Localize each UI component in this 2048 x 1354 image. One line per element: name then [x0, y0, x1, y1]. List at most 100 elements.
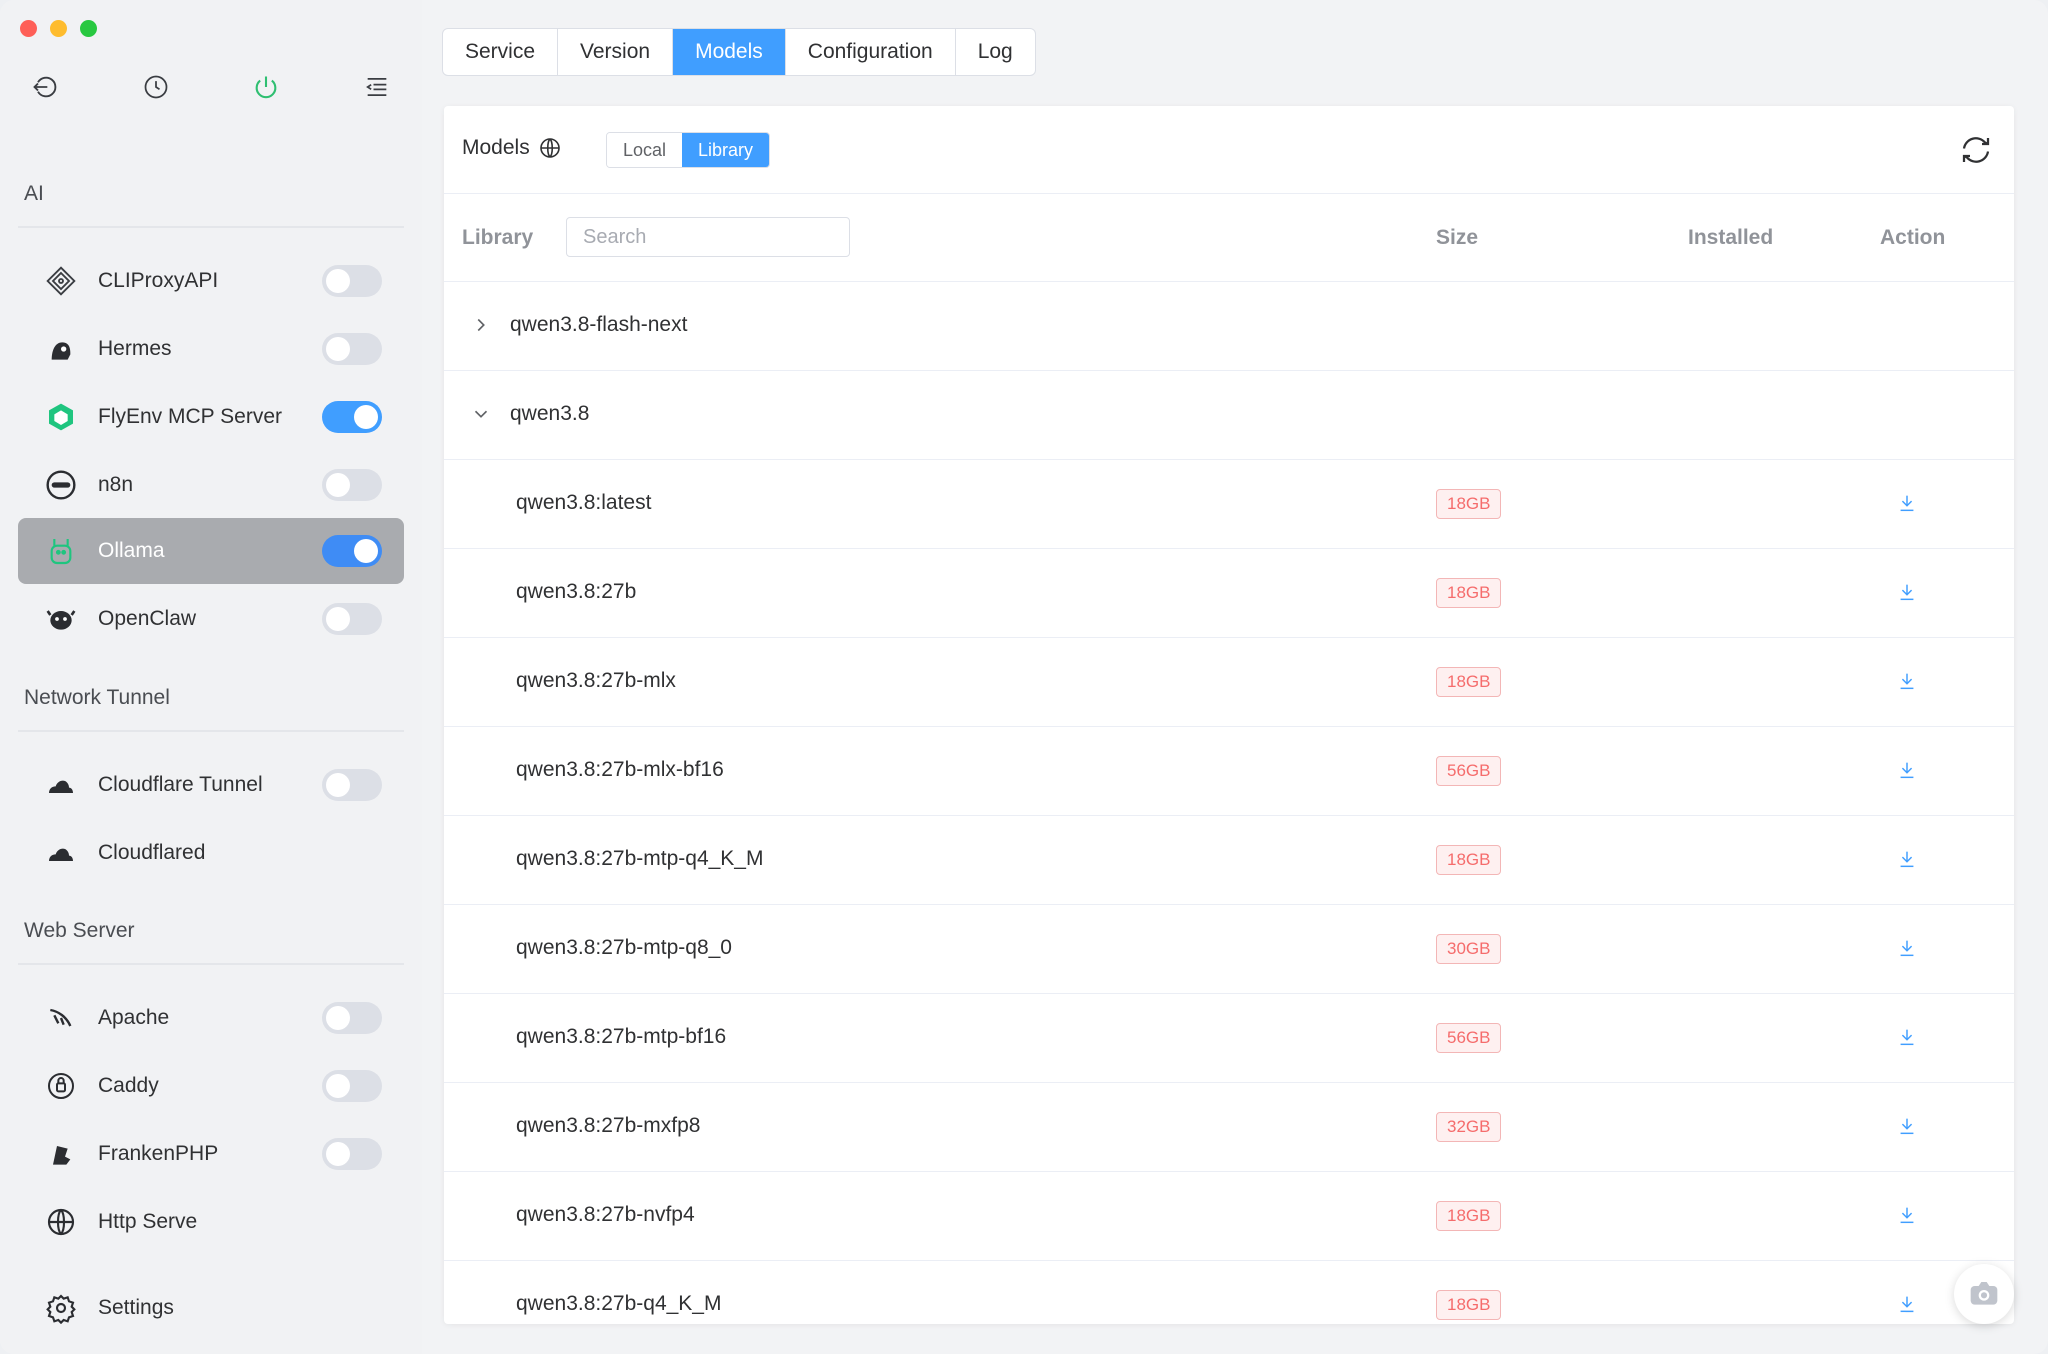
refresh-button[interactable]	[1958, 132, 1994, 168]
table-row: qwen3.8:27b-mlx-bf16 56GB	[444, 727, 2014, 816]
download-icon	[1900, 673, 1914, 690]
table-row: qwen3.8:27b-mxfp8 32GB	[444, 1083, 2014, 1172]
download-button[interactable]	[1896, 937, 1918, 959]
panel-title-text: Models	[462, 136, 530, 159]
tab-bar: Service Version Models Configuration Log	[442, 28, 1036, 76]
download-button[interactable]	[1896, 492, 1918, 514]
table-row: qwen3.8:latest 18GB	[444, 460, 2014, 549]
sidebar-item-hermes[interactable]: Hermes	[18, 316, 404, 382]
size-badge: 30GB	[1436, 934, 1502, 964]
sidebar-item-settings[interactable]: Settings	[18, 1275, 404, 1341]
column-header-action: Action	[1880, 226, 1946, 249]
tab-log[interactable]: Log	[956, 29, 1035, 75]
size-badge: 18GB	[1436, 1201, 1502, 1231]
model-name: qwen3.8:27b-q4_K_M	[516, 1292, 722, 1315]
tab-configuration[interactable]: Configuration	[786, 29, 956, 75]
column-header-size: Size	[1436, 226, 1479, 249]
sidebar-item-cliproxyapi[interactable]: CLIProxyAPI	[18, 248, 404, 314]
size-badge: 18GB	[1436, 489, 1502, 519]
sidebar-item-frankenphp[interactable]: FrankenPHP	[18, 1121, 404, 1187]
download-button[interactable]	[1896, 759, 1918, 781]
cloudflare-tunnel-toggle[interactable]	[322, 769, 382, 801]
size-badge: 56GB	[1436, 1023, 1502, 1053]
table-row: qwen3.8:27b 18GB	[444, 549, 2014, 638]
sidebar-item-label: Apache	[98, 1006, 170, 1029]
chevron-down-icon[interactable]	[470, 403, 492, 425]
panel-title: Models	[462, 136, 562, 160]
app-window: AI CLIProxyAPI Hermes FlyEnv MCP Server …	[0, 0, 2048, 1354]
sidebar-item-label: Caddy	[98, 1074, 159, 1097]
screenshot-button[interactable]	[1954, 1264, 2014, 1324]
group-row[interactable]: qwen3.8	[444, 371, 2014, 460]
model-list: qwen3.8:latest 18GB qwen3.8:27b 18GB qwen3.8…	[444, 460, 2014, 1324]
cloud-icon	[44, 836, 78, 870]
panel-header: Models Local Library	[444, 106, 2014, 194]
apache-toggle[interactable]	[322, 1002, 382, 1034]
sidebar-item-label: Http Serve	[98, 1210, 198, 1233]
globe-icon	[44, 1205, 78, 1239]
minimize-window-button[interactable]	[50, 20, 67, 37]
tab-service[interactable]: Service	[443, 29, 559, 75]
ollama-toggle[interactable]	[322, 535, 382, 567]
tab-models[interactable]: Models	[673, 29, 786, 75]
group-row[interactable]: qwen3.8-flash-next	[444, 282, 2014, 371]
model-name: qwen3.8:latest	[516, 491, 652, 514]
llama-icon	[44, 534, 78, 568]
sidebar-item-n8n[interactable]: n8n	[18, 452, 404, 518]
tab-version[interactable]: Version	[558, 29, 674, 75]
menu-button[interactable]	[358, 68, 396, 106]
sidebar-item-ollama[interactable]: Ollama	[18, 518, 404, 584]
sidebar-item-caddy[interactable]: Caddy	[18, 1053, 404, 1119]
column-header-installed: Installed	[1688, 226, 1774, 249]
sidebar-item-cloudflared[interactable]: Cloudflared	[18, 820, 404, 886]
sidebar-item-apache[interactable]: Apache	[18, 985, 404, 1051]
column-header-library: Library	[462, 226, 534, 249]
size-badge: 32GB	[1436, 1112, 1502, 1142]
sidebar-item-http-serve[interactable]: Http Serve	[18, 1189, 404, 1255]
back-button[interactable]	[26, 68, 64, 106]
frankenphp-icon	[44, 1137, 78, 1171]
close-window-button[interactable]	[20, 20, 37, 37]
group-name: qwen3.8-flash-next	[510, 313, 688, 336]
download-button[interactable]	[1896, 1204, 1918, 1226]
sidebar-toolbar	[26, 68, 396, 106]
download-icon	[1900, 584, 1914, 601]
download-button[interactable]	[1896, 581, 1918, 603]
cloud-icon	[44, 768, 78, 802]
history-button[interactable]	[137, 68, 175, 106]
hermes-toggle[interactable]	[322, 333, 382, 365]
table-row: qwen3.8:27b-mtp-q8_0 30GB	[444, 905, 2014, 994]
sidebar-item-openclaw[interactable]: OpenClaw	[18, 586, 404, 652]
power-icon	[255, 76, 277, 99]
table-row: qwen3.8:27b-q4_K_M 18GB	[444, 1261, 2014, 1324]
sidebar-item-label: Cloudflared	[98, 841, 206, 864]
sidebar-item-label: Cloudflare Tunnel	[98, 773, 263, 796]
hermes-icon	[44, 332, 78, 366]
cube-icon	[44, 400, 78, 434]
frankenphp-toggle[interactable]	[322, 1138, 382, 1170]
caddy-toggle[interactable]	[322, 1070, 382, 1102]
download-button[interactable]	[1896, 1026, 1918, 1048]
download-button[interactable]	[1896, 670, 1918, 692]
model-name: qwen3.8:27b-mtp-q4_K_M	[516, 847, 764, 870]
chevron-right-icon[interactable]	[470, 314, 492, 336]
segment-library[interactable]: Library	[682, 133, 770, 167]
n8n-toggle[interactable]	[322, 469, 382, 501]
segment-local[interactable]: Local	[607, 133, 683, 167]
sidebar-item-cloudflare-tunnel[interactable]: Cloudflare Tunnel	[18, 752, 404, 818]
sidebar-item-label: FlyEnv MCP Server	[98, 405, 282, 428]
download-button[interactable]	[1896, 1293, 1918, 1315]
cliproxyapi-toggle[interactable]	[322, 265, 382, 297]
model-name: qwen3.8:27b-mtp-q8_0	[516, 936, 732, 959]
download-button[interactable]	[1896, 848, 1918, 870]
power-button[interactable]	[247, 68, 285, 106]
download-button[interactable]	[1896, 1115, 1918, 1137]
globe-icon[interactable]	[538, 136, 562, 160]
openclaw-toggle[interactable]	[322, 603, 382, 635]
sidebar-item-flyenv-mcp[interactable]: FlyEnv MCP Server	[18, 384, 404, 450]
search-input[interactable]: Search	[566, 217, 850, 257]
flyenv-mcp-toggle[interactable]	[322, 401, 382, 433]
models-panel: Models Local Library Library Search Size…	[444, 106, 2014, 1324]
maximize-window-button[interactable]	[80, 20, 97, 37]
model-name: qwen3.8:27b-mxfp8	[516, 1114, 701, 1137]
